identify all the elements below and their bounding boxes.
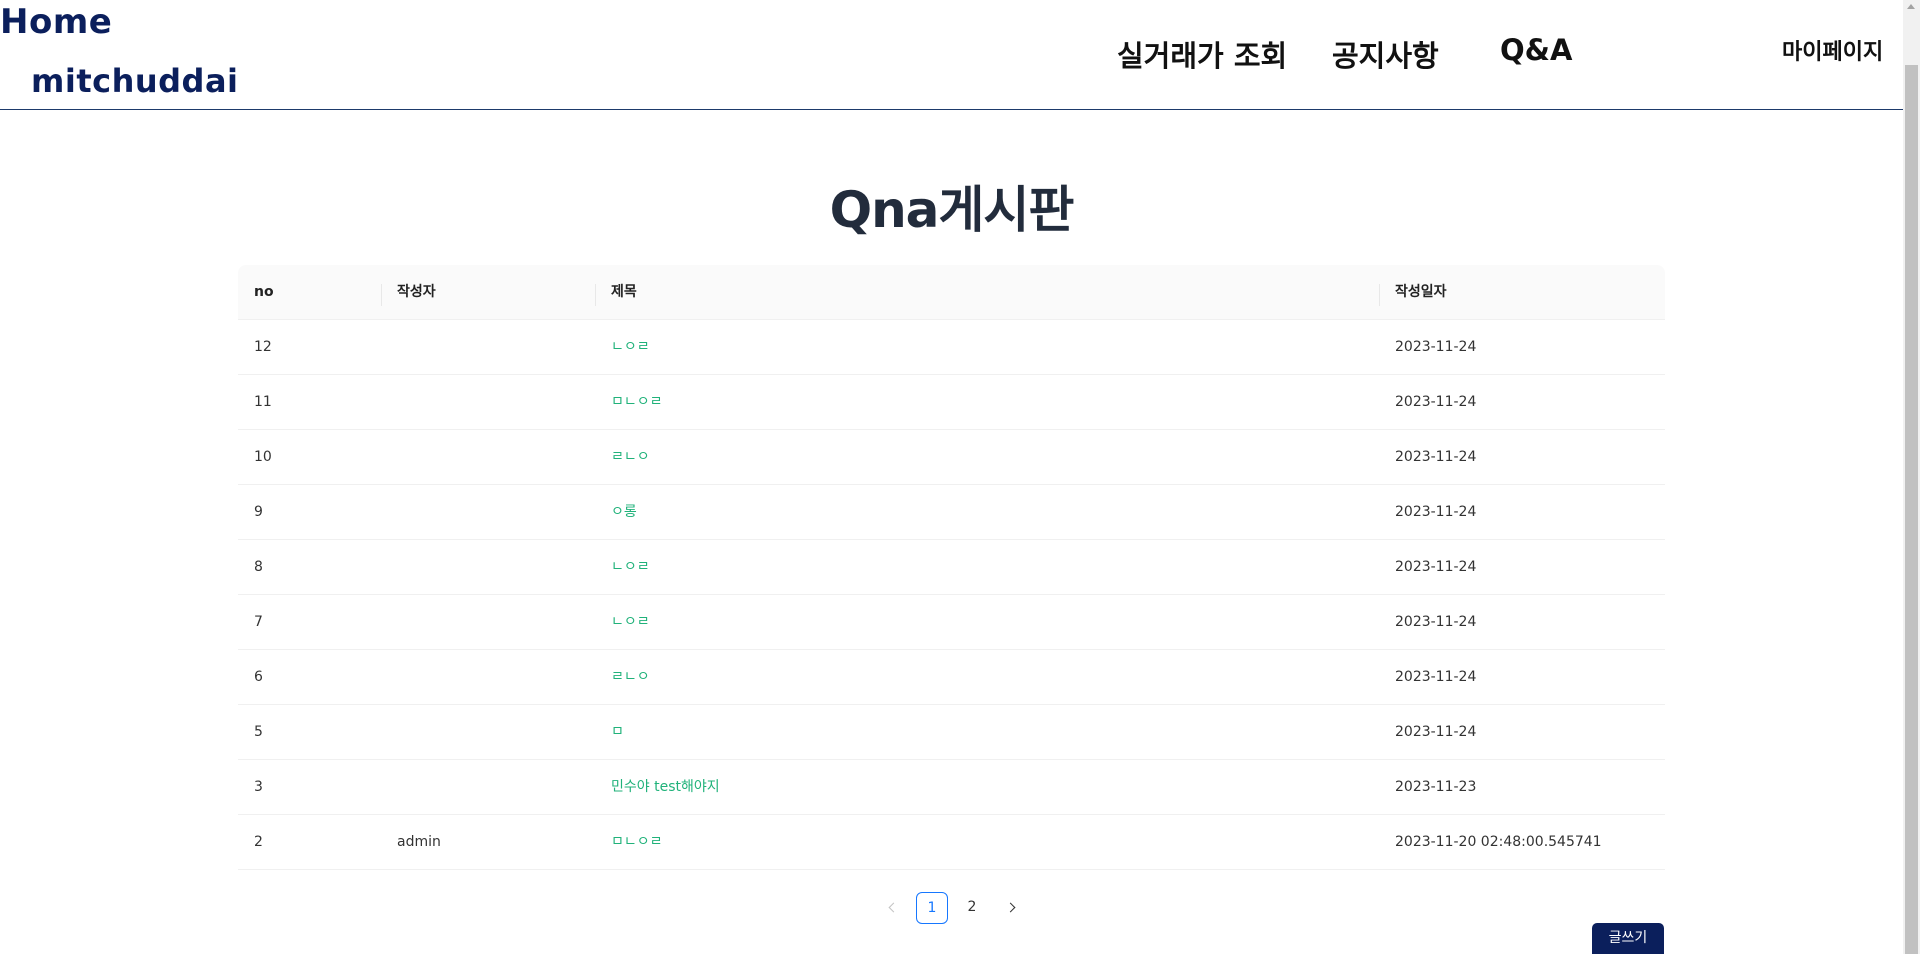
table-row[interactable]: 7 ㄴㅇㄹ 2023-11-24 (238, 595, 1665, 650)
cell-title-link[interactable]: 민수야 test해야지 (595, 760, 720, 815)
write-post-button[interactable]: 글쓰기 (1592, 923, 1664, 954)
cell-date: 2023-11-24 (1395, 394, 1477, 410)
site-header: Home mitchuddai 실거래가 조회 공지사항 Q&A 마이페이지 (0, 0, 1903, 110)
cell-writer: admin (397, 834, 441, 850)
cell-no: 10 (254, 449, 272, 465)
cell-title-link[interactable]: ㄴㅇㄹ (595, 595, 650, 650)
cell-writer (381, 485, 397, 540)
cell-title-link[interactable]: ㅁㄴㅇㄹ (595, 375, 663, 430)
table-row[interactable]: 8 ㄴㅇㄹ 2023-11-24 (238, 540, 1665, 595)
table-row[interactable]: 10 ㄹㄴㅇ 2023-11-24 (238, 430, 1665, 485)
cell-date: 2023-11-24 (1395, 614, 1477, 630)
cell-writer (381, 375, 397, 430)
cell-title-link[interactable]: ㄴㅇㄹ (595, 320, 650, 375)
chevron-left-icon (888, 902, 899, 912)
cell-title-link[interactable]: ㄴㅇㄹ (595, 540, 650, 595)
column-header-no: no (254, 284, 274, 300)
page-button-1[interactable]: 1 (916, 892, 948, 924)
table-row[interactable]: 11 ㅁㄴㅇㄹ 2023-11-24 (238, 375, 1665, 430)
cell-no: 2 (254, 834, 263, 850)
pagination: 1 2 (0, 892, 1903, 924)
next-page-button[interactable] (996, 892, 1028, 924)
cell-writer (381, 650, 397, 705)
cell-no: 12 (254, 339, 272, 355)
cell-writer (381, 705, 397, 760)
cell-title-link[interactable]: ㅇ롱 (595, 485, 637, 540)
nav-trade-price[interactable]: 실거래가 조회 (1117, 33, 1287, 75)
cell-date: 2023-11-24 (1395, 669, 1477, 685)
cell-date: 2023-11-24 (1395, 449, 1477, 465)
table-row[interactable]: 5 ㅁ 2023-11-24 (238, 705, 1665, 760)
cell-title-link[interactable]: ㅁ (595, 705, 624, 760)
table-header: no 작성자 제목 작성일자 (238, 265, 1665, 320)
cell-no: 9 (254, 504, 263, 520)
qna-table: no 작성자 제목 작성일자 12 ㄴㅇㄹ 2023-11-24 11 ㅁㄴㅇㄹ 2023… (238, 265, 1665, 870)
cell-writer (381, 760, 397, 815)
page-title: Qna게시판 (829, 181, 1075, 239)
cell-title-link[interactable]: ㄹㄴㅇ (595, 650, 650, 705)
column-header-date: 작성일자 (1395, 284, 1447, 300)
cell-date: 2023-11-24 (1395, 339, 1477, 355)
vertical-scrollbar[interactable] (1903, 0, 1920, 954)
scroll-up-icon[interactable] (1907, 4, 1915, 9)
cell-writer (381, 540, 397, 595)
cell-no: 7 (254, 614, 263, 630)
mypage-link[interactable]: 마이페이지 (1782, 34, 1883, 66)
cell-date: 2023-11-24 (1395, 504, 1477, 520)
cell-no: 6 (254, 669, 263, 685)
cell-writer (381, 320, 397, 375)
home-logo[interactable]: Home (0, 2, 112, 42)
cell-date: 2023-11-23 (1395, 779, 1477, 795)
table-row[interactable]: 3 민수야 test해야지 2023-11-23 (238, 760, 1665, 815)
cell-writer (381, 430, 397, 485)
page-button-2[interactable]: 2 (956, 892, 988, 924)
cell-title-link[interactable]: ㄹㄴㅇ (595, 430, 650, 485)
cell-no: 8 (254, 559, 263, 575)
cell-title-link[interactable]: ㅁㄴㅇㄹ (595, 815, 663, 870)
table-body: 12 ㄴㅇㄹ 2023-11-24 11 ㅁㄴㅇㄹ 2023-11-24 10 ㄹㄴㅇ 2023… (238, 320, 1665, 870)
nav-qna[interactable]: Q&A (1500, 33, 1572, 67)
cell-no: 11 (254, 394, 272, 410)
chevron-right-icon (1005, 902, 1016, 912)
cell-no: 3 (254, 779, 263, 795)
nav-notice[interactable]: 공지사항 (1332, 33, 1439, 75)
column-header-title: 제목 (611, 284, 637, 300)
table-row[interactable]: 2 admin ㅁㄴㅇㄹ 2023-11-20 02:48:00.545741 (238, 815, 1665, 870)
table-row[interactable]: 6 ㄹㄴㅇ 2023-11-24 (238, 650, 1665, 705)
table-row[interactable]: 9 ㅇ롱 2023-11-24 (238, 485, 1665, 540)
cell-no: 5 (254, 724, 263, 740)
scrollbar-thumb[interactable] (1905, 65, 1918, 954)
cell-date: 2023-11-24 (1395, 559, 1477, 575)
table-row[interactable]: 12 ㄴㅇㄹ 2023-11-24 (238, 320, 1665, 375)
column-header-writer: 작성자 (397, 284, 436, 300)
cell-writer (381, 595, 397, 650)
cell-date: 2023-11-20 02:48:00.545741 (1395, 834, 1602, 850)
brand-logo[interactable]: mitchuddai (31, 62, 239, 100)
cell-date: 2023-11-24 (1395, 724, 1477, 740)
prev-page-button[interactable] (876, 892, 908, 924)
